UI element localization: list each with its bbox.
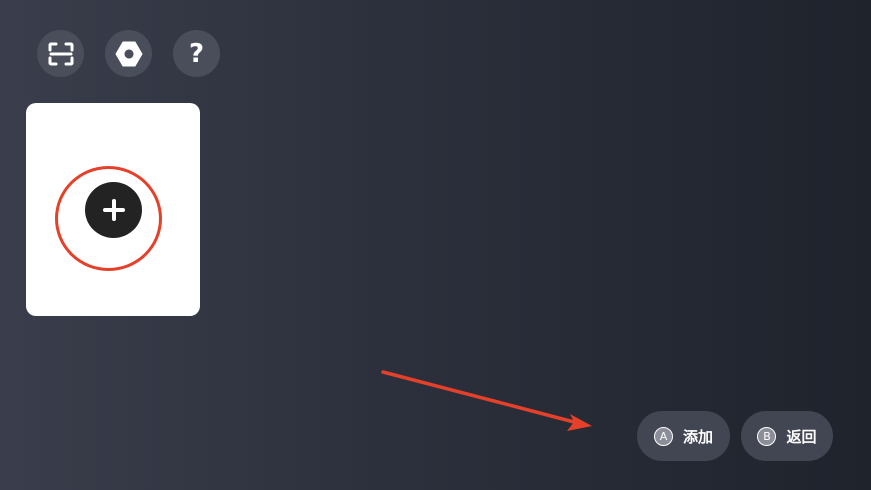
add-button[interactable]: [85, 182, 142, 238]
b-key-badge: B: [757, 426, 777, 446]
scan-icon: [48, 42, 73, 65]
back-hint-button[interactable]: B 返回: [741, 411, 833, 461]
plus-icon: [102, 199, 125, 221]
hexagon-settings-icon: [115, 41, 142, 66]
help-button[interactable]: ?: [173, 30, 220, 77]
scan-button[interactable]: [37, 30, 84, 77]
help-icon: ?: [188, 38, 205, 69]
add-hint-button[interactable]: A 添加: [637, 411, 730, 461]
back-label: 返回: [786, 427, 817, 446]
a-key-badge: A: [653, 426, 673, 446]
settings-button[interactable]: [105, 30, 152, 77]
add-label: 添加: [682, 427, 713, 446]
